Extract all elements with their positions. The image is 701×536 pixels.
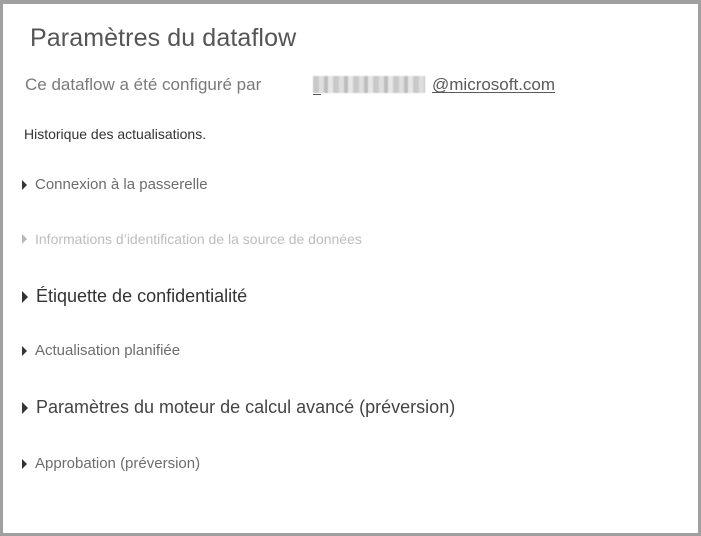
dataflow-settings-panel: Paramètres du dataflow Ce dataflow a été… [0, 0, 701, 536]
caret-right-icon [22, 401, 28, 414]
section-data-source-credentials[interactable]: Informations d’identification de la sour… [22, 231, 362, 247]
configured-by-label: Ce dataflow a été configuré par [25, 75, 262, 94]
configured-by-email-link[interactable]: @microsoft.com [432, 75, 555, 95]
section-label: Connexion à la passerelle [35, 176, 208, 193]
section-label: Paramètres du moteur de calcul avancé (p… [36, 397, 456, 417]
section-label: Actualisation planifiée [35, 342, 181, 359]
caret-right-icon [22, 345, 27, 356]
section-enhanced-compute-engine[interactable]: Paramètres du moteur de calcul avancé (p… [22, 397, 455, 418]
section-sensitivity-label[interactable]: Étiquette de confidentialité [22, 286, 247, 307]
section-scheduled-refresh[interactable]: Actualisation planifiée [22, 342, 180, 359]
redacted-username-underline [313, 94, 321, 95]
caret-right-icon [22, 234, 27, 244]
section-gateway-connection[interactable]: Connexion à la passerelle [22, 176, 208, 193]
page-title: Paramètres du dataflow [30, 24, 297, 52]
caret-right-icon [22, 290, 28, 303]
section-label: Étiquette de confidentialité [36, 286, 248, 306]
section-endorsement[interactable]: Approbation (préversion) [22, 455, 200, 472]
refresh-history-link[interactable]: Historique des actualisations. [24, 126, 206, 142]
redacted-username-image [313, 76, 425, 93]
section-label: Informations d’identification de la sour… [35, 231, 362, 247]
caret-right-icon [22, 179, 27, 190]
section-label: Approbation (préversion) [35, 455, 201, 472]
caret-right-icon [22, 458, 27, 469]
